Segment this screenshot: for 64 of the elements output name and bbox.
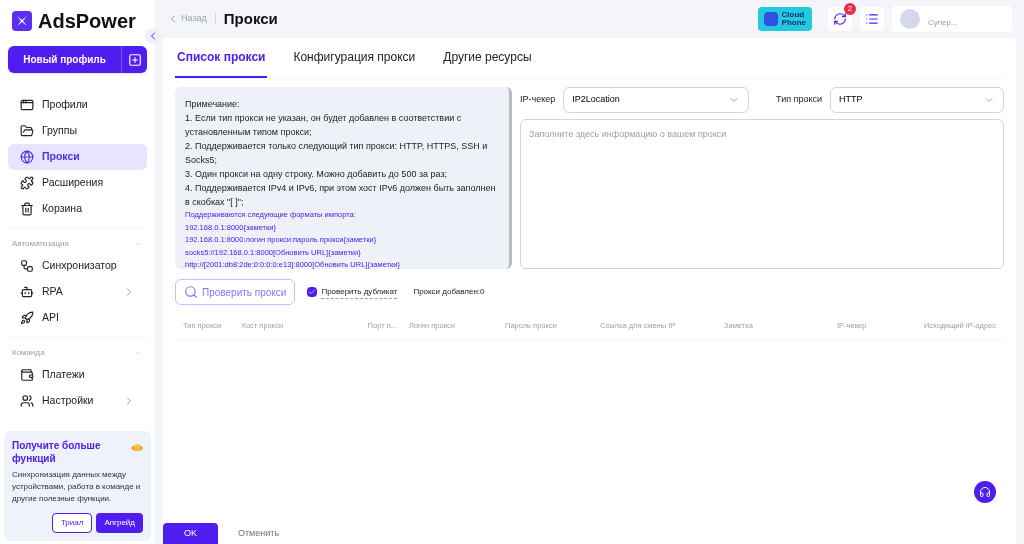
collapse-button[interactable] xyxy=(145,28,161,44)
notification-badge: 2 xyxy=(844,3,856,15)
ok-button[interactable]: OK xyxy=(163,523,218,544)
section-title: Автоматизация xyxy=(12,238,69,250)
cancel-button[interactable]: Отменить xyxy=(230,523,288,544)
upgrade-button[interactable]: Апгрейд xyxy=(96,513,143,533)
tab[interactable]: Другие ресурсы xyxy=(441,38,534,78)
sidebar-item[interactable]: Прокси xyxy=(8,144,147,170)
check-proxy-button[interactable]: Проверить прокси xyxy=(175,279,296,305)
tab[interactable]: Конфигурация прокси xyxy=(291,38,418,78)
sidebar-item[interactable]: API xyxy=(8,305,147,331)
add-icon xyxy=(127,52,142,67)
note-text: Примечание: xyxy=(185,98,241,111)
phone-icon xyxy=(763,12,778,26)
added-count: Прокси добавлен:0 xyxy=(413,286,485,298)
note-text: 2. Поддерживается только следующий тип прокси: HTTP, HTTPS, SSH и Socks5; xyxy=(185,140,489,167)
chevron-icon xyxy=(133,239,143,249)
sidebar-item[interactable]: Корзина xyxy=(8,196,147,222)
wallet-icon xyxy=(20,368,34,382)
duplicate-label: Проверить дубликат xyxy=(321,285,398,299)
sidebar-item[interactable]: RPA xyxy=(8,279,147,305)
planet-icon xyxy=(131,443,143,453)
sidebar-item[interactable]: Группы xyxy=(8,118,147,144)
ip-checker-label: IP-чекер xyxy=(520,93,556,107)
robot-icon xyxy=(20,285,34,299)
workflow-icon xyxy=(20,259,34,273)
puzzle-icon xyxy=(20,176,34,190)
folder-icon xyxy=(20,124,34,138)
check-icon xyxy=(308,288,317,296)
users-icon xyxy=(20,394,34,408)
page-title: Прокси xyxy=(223,8,278,29)
tab[interactable]: Список прокси xyxy=(175,38,268,78)
promo-text: Синхронизация данных между устройствами, работа в команде и другие полезные функции. xyxy=(12,469,142,505)
note-text: 4. Поддерживается IPv4 и IPv6, при этом хост IPv6 должен быть заполнен в скобках "[ ]"; xyxy=(185,182,497,209)
proxy-type-label: Тип прокси xyxy=(776,93,822,107)
sidebar-item[interactable]: Настройки xyxy=(8,388,147,414)
sidebar-item[interactable]: Расширения xyxy=(8,170,147,196)
promo-title: Получите больше функций xyxy=(12,439,102,465)
task-list-button[interactable] xyxy=(860,7,884,31)
sidebar-item[interactable]: Профили xyxy=(8,92,147,118)
rocket-icon xyxy=(20,311,34,325)
list-icon xyxy=(865,12,879,26)
trial-button[interactable]: Триал xyxy=(51,513,93,533)
cloud-phone-button[interactable]: Cloud Phone xyxy=(757,7,812,31)
chevron-icon xyxy=(133,348,143,358)
sidebar-item[interactable]: Синхронизатор xyxy=(8,253,147,279)
headset-icon xyxy=(979,486,991,498)
note-text: 3. Один прокси на одну строку. Можно добавить до 500 за раз; xyxy=(185,168,449,181)
search-icon xyxy=(184,285,198,299)
note-text: 1. Если тип прокси не указан, он будет добавлен в соответствии с установленным типом прокси; xyxy=(185,112,463,139)
update-icon[interactable] xyxy=(833,12,847,26)
sidebar-item[interactable]: Платежи xyxy=(8,362,147,388)
avatar xyxy=(900,9,920,29)
brand-name: AdsPower xyxy=(38,9,136,34)
globe-icon xyxy=(20,150,34,164)
section-title: Команда xyxy=(12,347,45,359)
duplicate-checkbox[interactable] xyxy=(307,287,318,297)
window-icon xyxy=(20,98,34,112)
logo-icon xyxy=(12,11,32,31)
proxy-type-select[interactable]: HTTP xyxy=(830,87,1004,113)
support-button[interactable] xyxy=(974,481,996,503)
trash-icon xyxy=(20,202,34,216)
proxy-input-field[interactable]: Заполните здесь информацию о вашем прокси xyxy=(520,119,1004,269)
ip-checker-select[interactable]: IP2Location xyxy=(563,87,750,113)
